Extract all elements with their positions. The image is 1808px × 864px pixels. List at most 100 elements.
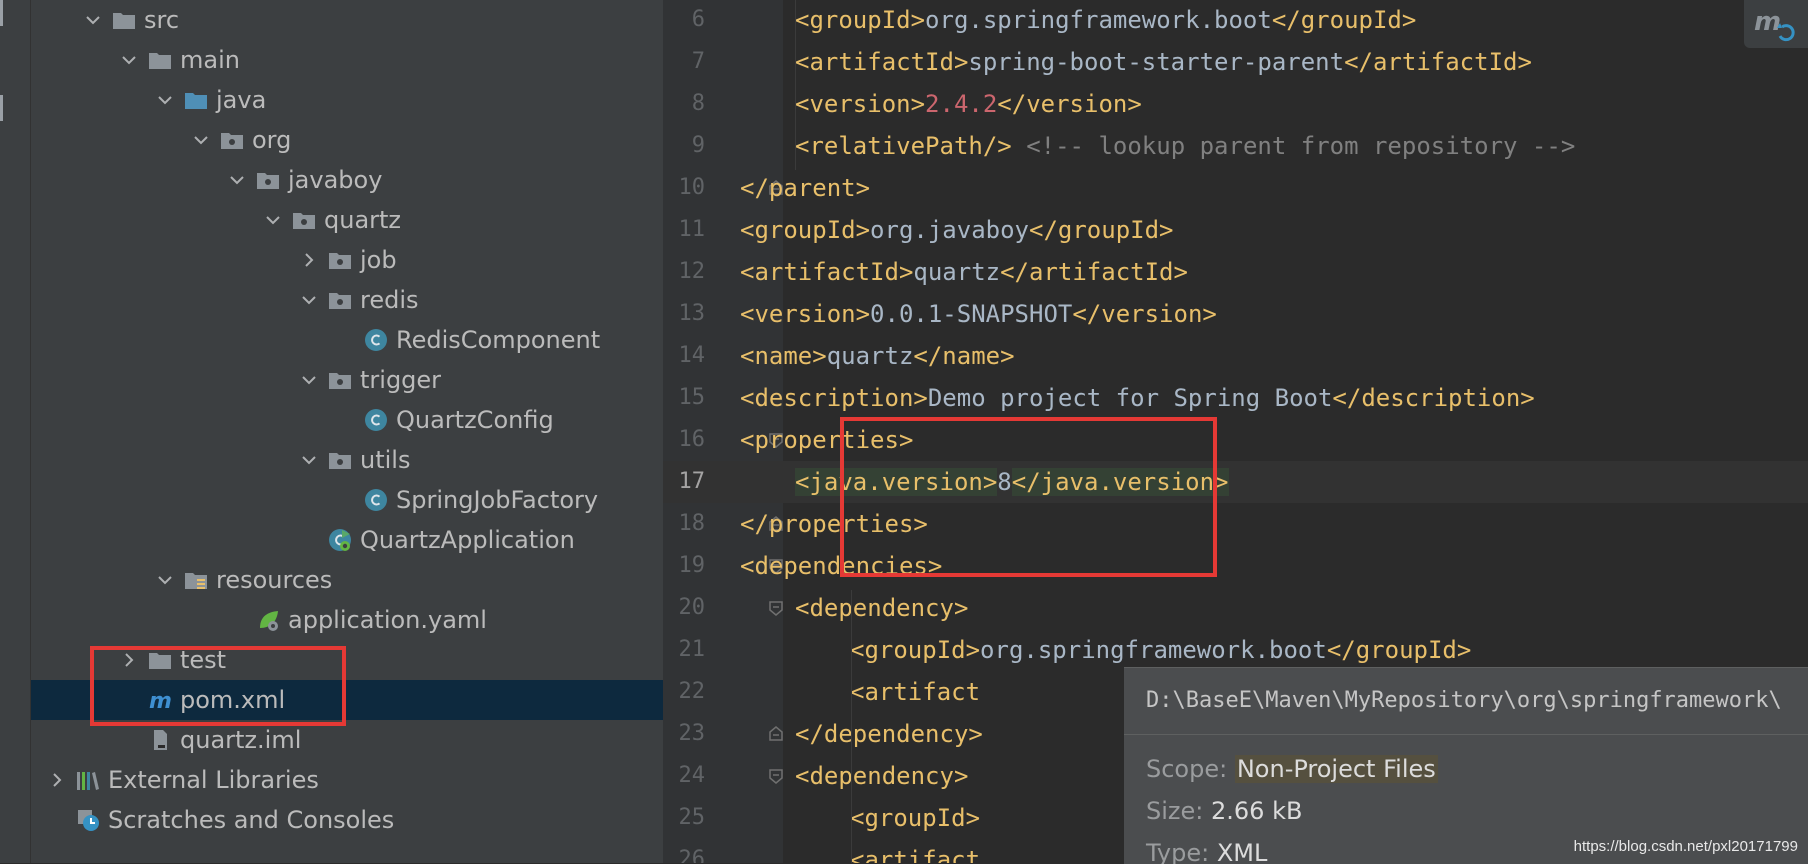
tree-item-label: QuartzConfig [396, 406, 554, 434]
chevron-down-icon[interactable] [300, 451, 318, 469]
line-number: 17 [678, 469, 706, 494]
line-number: 6 [691, 7, 705, 32]
code-text: <dependency> [795, 594, 969, 622]
code-text: <artifact [850, 678, 981, 706]
indent-guide [851, 590, 852, 863]
tree-item-label: SpringJobFactory [396, 486, 599, 514]
java-class-icon [364, 488, 388, 512]
tree-item-trigger[interactable]: trigger [31, 360, 663, 400]
package-icon [328, 288, 352, 312]
code-line[interactable]: 6 <groupId>org.springframework.boot</grou… [663, 0, 1808, 41]
chevron-down-icon[interactable] [300, 291, 318, 309]
code-text: <dependency> [795, 762, 969, 790]
source-folder-icon [184, 88, 208, 112]
code-line[interactable]: 14 <name>quartz</name> [663, 335, 1808, 377]
package-icon [220, 128, 244, 152]
libraries-icon [76, 768, 100, 792]
tree-item-quartzconfig[interactable]: QuartzConfig [31, 400, 663, 440]
code-text: <groupId>org.javaboy</groupId> [740, 216, 1174, 244]
code-line[interactable]: 15 <description>Demo project for Spring B… [663, 377, 1808, 419]
line-number: 24 [678, 763, 706, 788]
code-line[interactable]: 8 <version>2.4.2</version> [663, 83, 1808, 125]
line-number: 16 [678, 427, 706, 452]
tree-item-quartz-iml[interactable]: quartz.iml [31, 720, 663, 760]
tree-item-springjobfactory[interactable]: SpringJobFactory [31, 480, 663, 520]
tree-item-javaboy[interactable]: javaboy [31, 160, 663, 200]
tree-item-src[interactable]: src [31, 0, 663, 40]
tree-item-label: Scratches and Consoles [108, 806, 395, 834]
code-line[interactable]: 12 <artifactId>quartz</artifactId> [663, 251, 1808, 293]
fold-close-icon[interactable] [767, 725, 785, 743]
line-number: 26 [678, 847, 706, 863]
tree-item-main[interactable]: main [31, 40, 663, 80]
java-class-icon [364, 328, 388, 352]
tree-item-rediscomponent[interactable]: RedisComponent [31, 320, 663, 360]
tree-item-quartz[interactable]: quartz [31, 200, 663, 240]
spring-boot-app-icon [328, 528, 352, 552]
chevron-right-icon[interactable] [48, 771, 66, 789]
code-line[interactable]: 19 <dependencies> [663, 545, 1808, 587]
tree-item-resources[interactable]: resources [31, 560, 663, 600]
tree-item-label: quartz.iml [180, 726, 302, 754]
code-line[interactable]: 10 </parent> [663, 167, 1808, 209]
line-number: 12 [678, 259, 706, 284]
tree-item-scratches-and-consoles[interactable]: Scratches and Consoles [31, 800, 663, 840]
tree-item-label: main [180, 46, 240, 74]
tree-item-external-libraries[interactable]: External Libraries [31, 760, 663, 800]
tree-item-java[interactable]: java [31, 80, 663, 120]
chevron-down-icon[interactable] [84, 11, 102, 29]
spring-config-icon [256, 608, 280, 632]
chevron-down-icon[interactable] [192, 131, 210, 149]
code-line[interactable]: 16 <properties> [663, 419, 1808, 461]
line-number: 22 [678, 679, 706, 704]
tree-item-quartzapplication[interactable]: QuartzApplication [31, 520, 663, 560]
tree-item-label: QuartzApplication [360, 526, 575, 554]
tree-item-utils[interactable]: utils [31, 440, 663, 480]
chevron-right-icon[interactable] [300, 251, 318, 269]
line-number: 9 [691, 133, 705, 158]
code-line[interactable]: 7 <artifactId>spring-boot-starter-parent<… [663, 41, 1808, 83]
indent-guide [795, 0, 796, 170]
chevron-down-icon[interactable] [120, 51, 138, 69]
chevron-down-icon[interactable] [264, 211, 282, 229]
tree-item-label: resources [216, 566, 333, 594]
tool-window-marker [0, 95, 3, 121]
tree-item-job[interactable]: job [31, 240, 663, 280]
code-line[interactable]: 18 </properties> [663, 503, 1808, 545]
tooltip-size: Size: 2.66 kB [1146, 791, 1302, 831]
maven-reload-button[interactable]: m [1744, 0, 1808, 48]
code-line[interactable]: 20 <dependency> [663, 587, 1808, 629]
package-icon [292, 208, 316, 232]
tooltip-type-value: XML [1216, 839, 1268, 864]
code-text: <relativePath/> <!-- lookup parent from … [795, 132, 1576, 160]
highlight-box-pom [90, 646, 346, 726]
tree-item-label: trigger [360, 366, 442, 394]
project-tree-panel: src main java org javaboy quartz job redis Redis… [31, 0, 663, 863]
code-text: <groupId> [850, 804, 981, 832]
tree-item-label: src [144, 6, 180, 34]
package-icon [328, 448, 352, 472]
code-line[interactable]: 13 <version>0.0.1-SNAPSHOT</version> [663, 293, 1808, 335]
chevron-down-icon[interactable] [300, 371, 318, 389]
line-number: 19 [678, 553, 706, 578]
chevron-down-icon[interactable] [156, 91, 174, 109]
line-number: 8 [691, 91, 705, 116]
fold-open-icon[interactable] [767, 767, 785, 785]
fold-open-icon[interactable] [767, 599, 785, 617]
package-icon [328, 248, 352, 272]
tree-item-org[interactable]: org [31, 120, 663, 160]
chevron-down-icon[interactable] [156, 571, 174, 589]
tree-item-application-yaml[interactable]: application.yaml [31, 600, 663, 640]
file-info-tooltip: D:\BaseE\Maven\MyRepository\org\springfr… [1124, 667, 1808, 864]
tree-item-redis[interactable]: redis [31, 280, 663, 320]
chevron-down-icon[interactable] [228, 171, 246, 189]
code-text: <artifact [850, 846, 981, 863]
code-line[interactable]: 21 <groupId>org.springframework.boot</gro… [663, 629, 1808, 671]
code-line[interactable]: 11 <groupId>org.javaboy</groupId> [663, 209, 1808, 251]
tooltip-type: Type: XML [1146, 833, 1267, 864]
line-number: 11 [678, 217, 706, 242]
code-text: </dependency> [795, 720, 983, 748]
code-line[interactable]: 17 <java.version>8</java.version> [663, 461, 1808, 503]
code-line[interactable]: 9 <relativePath/> <!-- lookup parent from… [663, 125, 1808, 167]
line-number: 13 [678, 301, 706, 326]
